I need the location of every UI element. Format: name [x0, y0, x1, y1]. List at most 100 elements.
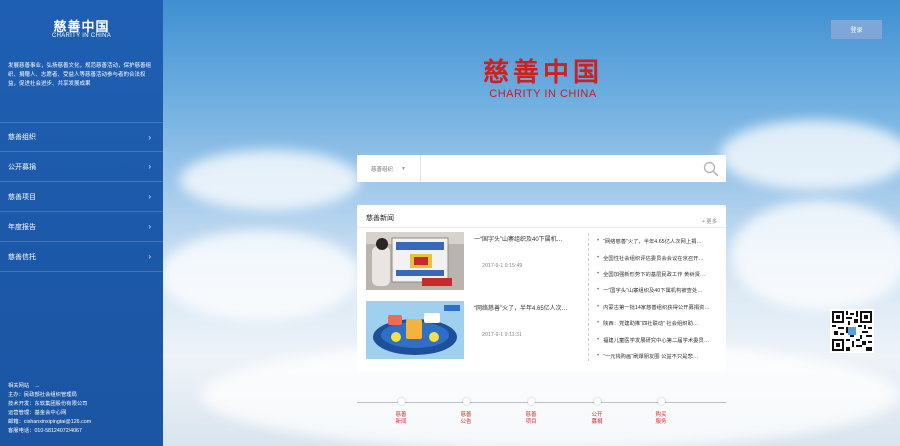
list-item-title: “一元钱购画”刷爆朋友圈 公益不只是悲… [603, 353, 699, 360]
search-icon[interactable] [702, 160, 720, 178]
news-panel: 慈善新闻 + 更多 一“国字头”山寨组织及40下属机… 2017-9-1 9:1… [357, 205, 726, 371]
news-thumbnail [366, 232, 464, 290]
sidebar-item-charity-orgs[interactable]: 慈善组织 › [0, 122, 163, 152]
sidebar-nav: 慈善组织 › 公开募捐 › 慈善项目 › 年度报告 › 慈善信托 › [0, 122, 163, 272]
bullet-icon: • [597, 287, 600, 294]
bullet-icon: • [597, 238, 600, 245]
bottom-nav-label: 公开 募捐 [577, 412, 617, 426]
news-list: • “网络慈善”火了，半年4.65亿人次网上捐… • 全国性社会组织评估委员会会议在… [597, 233, 719, 364]
bottom-nav-label-line: 购买 [655, 412, 667, 418]
bullet-icon: • [597, 320, 600, 327]
logo-subtitle: CHARITY IN CHINA [489, 88, 597, 100]
footer-line: 主办：民政部社会组织管理局 [8, 392, 77, 398]
news-more-link[interactable]: + 更多 [702, 217, 717, 225]
search-input[interactable] [421, 156, 702, 181]
bottom-nav-label-line: 慈善 [525, 412, 537, 418]
bottom-nav-purchase-services[interactable]: 购买 服务 [641, 398, 681, 426]
sidebar-item-label: 公开募捐 [8, 163, 36, 171]
bottom-nav-label-line: 新闻 [395, 419, 407, 425]
bottom-nav-label-line: 慈善 [460, 412, 472, 418]
bottom-nav-public-fundraising[interactable]: 公开 募捐 [577, 398, 617, 426]
chevron-right-icon: › [148, 252, 151, 261]
footer-line: 技术开发：东软集团股份有限公司 [8, 401, 88, 407]
sidebar-item-label: 年度报告 [8, 223, 36, 231]
list-item-title: “网络慈善”火了，半年4.65亿人次网上捐… [603, 239, 702, 246]
search-bar: 慈善组织 ▼ [357, 155, 726, 182]
qr-code-icon [830, 309, 874, 353]
list-item[interactable]: • 福建儿童医学发展研究中心第二届学术委员… [597, 331, 719, 347]
list-item[interactable]: • 一“国字头”山寨组织及40下属机构被查处… [597, 282, 719, 298]
bullet-icon: • [597, 303, 600, 310]
list-item-title: 一“国字头”山寨组织及40下属机构被查处… [603, 288, 703, 295]
featured-news-title: 一“国字头”山寨组织及40下属机… [474, 237, 563, 243]
sidebar-item-public-fundraising[interactable]: 公开募捐 › [0, 152, 163, 182]
list-item-title: 内蒙古第一批14家慈善组织获得公开募捐资… [603, 304, 710, 311]
bottom-nav-label-line: 募捐 [591, 419, 603, 425]
list-item[interactable]: • 内蒙古第一批14家慈善组织获得公开募捐资… [597, 299, 719, 315]
list-item-title: 陕西：党建助推“四社联动” 社会组织助… [603, 321, 699, 328]
cloud [730, 200, 900, 310]
sidebar-footer: 相关网站 → 主办：民政部社会组织管理局 技术开发：东软集团股份有限公司 运营管… [8, 382, 158, 436]
bottom-nav-charity-projects[interactable]: 慈善 项目 [511, 398, 551, 426]
search-category-value: 慈善组织 [371, 166, 394, 173]
sidebar-description: 发展慈善事业，弘扬慈善文化，规范慈善活动，保护慈善组织、捐赠人、志愿者、受益人等… [8, 63, 152, 87]
bottom-nav-dot [527, 398, 535, 405]
featured-news-item[interactable]: 一“国字头”山寨组织及40下属机… 2017-9-1 9:15:49 [366, 232, 586, 292]
bottom-nav-charity-notices[interactable]: 慈善 公告 [446, 398, 486, 426]
login-button[interactable]: 登录 [831, 20, 882, 39]
bottom-nav-label: 慈善 新闻 [381, 412, 421, 426]
sidebar-item-charity-projects[interactable]: 慈善项目 › [0, 182, 163, 212]
footer-line: 运营管理：基金会中心网 [8, 410, 67, 416]
bottom-nav-dot [657, 398, 665, 405]
bottom-nav-label-line: 项目 [525, 419, 537, 425]
sidebar-subtitle: CHARITY IN CHINA [51, 33, 112, 39]
related-sites-link[interactable]: 相关网站 → [8, 382, 158, 391]
bullet-icon: • [597, 254, 600, 261]
footer-email: 邮箱：cishanxinxipingtai@126.com [8, 419, 92, 425]
chevron-right-icon: › [148, 132, 151, 142]
bullet-icon: • [597, 336, 600, 343]
bottom-nav-dot [397, 398, 405, 405]
bottom-nav-label-line: 服务 [655, 419, 667, 425]
divider [357, 227, 726, 228]
bottom-nav-label-line: 公告 [460, 419, 472, 425]
chevron-right-icon: › [148, 222, 151, 231]
featured-news-title: “网络慈善”火了，半年4.65亿人次… [474, 306, 568, 312]
cloud [720, 120, 900, 190]
bottom-nav-dot [462, 398, 470, 405]
caret-down-icon: ▼ [401, 165, 406, 172]
search-category-select[interactable]: 慈善组织 ▼ [357, 155, 421, 182]
cloud [180, 150, 360, 210]
news-thumbnail [366, 301, 464, 359]
sidebar-item-label: 慈善组织 [8, 134, 36, 141]
sidebar: 慈善中国 CHARITY IN CHINA 发展慈善事业，弘扬慈善文化，规范慈善… [0, 0, 163, 446]
chevron-right-icon: › [148, 192, 151, 201]
bullet-icon: • [597, 352, 600, 359]
chevron-right-icon: › [148, 162, 151, 171]
list-item-title: 全国性社会组织评估委员会会议在京召开… [603, 255, 704, 262]
list-item[interactable]: • 陕西：党建助推“四社联动” 社会组织助… [597, 315, 719, 331]
divider [588, 233, 589, 361]
list-item[interactable]: • “一元钱购画”刷爆朋友圈 公益不只是悲… [597, 348, 719, 364]
list-item[interactable]: • “网络慈善”火了，半年4.65亿人次网上捐… [597, 233, 719, 249]
list-item[interactable]: • 全国加强新形势下的基层民政工作 黄树贤… [597, 266, 719, 282]
bottom-nav-dot [593, 398, 601, 405]
bottom-nav-label-line: 慈善 [395, 412, 407, 418]
featured-news-time: 2017-9-1 9:11:31 [482, 332, 522, 338]
sidebar-item-label: 慈善信托 [8, 253, 36, 261]
sidebar-item-annual-reports[interactable]: 年度报告 › [0, 212, 163, 242]
bottom-nav-label: 购买 服务 [641, 412, 681, 426]
list-item[interactable]: • 全国性社会组织评估委员会会议在京召开… [597, 249, 719, 265]
bottom-nav-label: 慈善 公告 [446, 412, 486, 426]
bottom-nav-charity-news[interactable]: 慈善 新闻 [381, 398, 421, 426]
logo-title: 慈善中国 [482, 58, 603, 88]
cloud [160, 230, 360, 320]
bottom-nav-label: 慈善 项目 [511, 412, 551, 426]
featured-news-item[interactable]: “网络慈善”火了，半年4.65亿人次… 2017-9-1 9:11:31 [366, 301, 586, 361]
list-item-title: 全国加强新形势下的基层民政工作 黄树贤… [603, 271, 706, 278]
footer-phone: 客服电话：010-58124072/4067 [8, 428, 82, 434]
list-item-title: 福建儿童医学发展研究中心第二届学术委员… [603, 337, 710, 344]
featured-news-time: 2017-9-1 9:15:49 [482, 263, 523, 269]
sidebar-item-charity-trust[interactable]: 慈善信托 › [0, 242, 163, 272]
sidebar-item-label: 慈善项目 [8, 193, 36, 201]
